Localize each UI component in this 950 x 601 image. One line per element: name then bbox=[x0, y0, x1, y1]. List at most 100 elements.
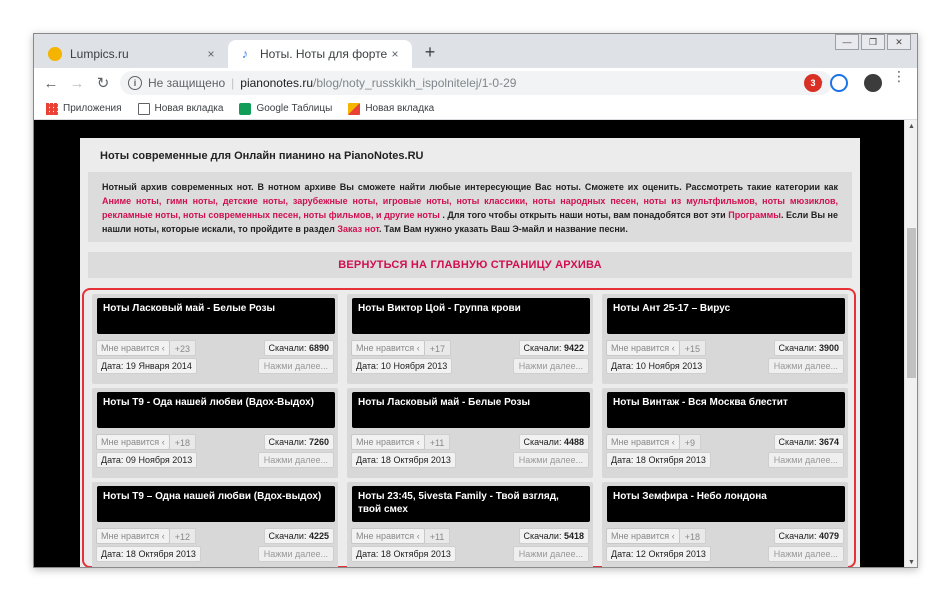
back-to-archive-link[interactable]: ВЕРНУТЬСЯ НА ГЛАВНУЮ СТРАНИЦУ АРХИВА bbox=[88, 252, 852, 278]
downloads-label: Скачали: bbox=[778, 343, 817, 353]
address-bar[interactable]: i Не защищено | pianonotes.ru /blog/noty… bbox=[120, 71, 832, 95]
image-icon bbox=[348, 102, 361, 115]
order-notes-link[interactable]: Заказ нот bbox=[337, 224, 379, 234]
downloads-value: 3900 bbox=[818, 343, 839, 353]
downloads-label: Скачали: bbox=[523, 343, 562, 353]
downloads-label: Скачали: bbox=[778, 437, 817, 447]
card-row-meta: Дата: 19 Января 2014 Нажми далее... bbox=[96, 358, 334, 374]
like-count: +23 bbox=[169, 340, 196, 356]
apps-icon bbox=[46, 102, 58, 115]
like-label: Мне нравится bbox=[611, 343, 670, 353]
page-title: Ноты современные для Онлайн пианино на P… bbox=[100, 150, 424, 162]
downloads-label: Скачали: bbox=[523, 531, 562, 541]
like-label: Мне нравится bbox=[101, 343, 160, 353]
bookmark-apps[interactable]: Приложения bbox=[46, 102, 122, 115]
close-tab-icon[interactable]: × bbox=[204, 47, 218, 61]
bookmark-google-sheets[interactable]: Google Таблицы bbox=[239, 102, 332, 115]
like-button[interactable]: Мне нравится ‹ bbox=[351, 340, 425, 356]
like-button[interactable]: Мне нравится ‹ bbox=[96, 528, 170, 544]
read-more-button[interactable]: Нажми далее... bbox=[257, 546, 334, 562]
card-row-stats: Мне нравится ‹ +11 Скачали: 5418 bbox=[351, 528, 589, 544]
like-count: +15 bbox=[679, 340, 706, 356]
like-button[interactable]: Мне нравится ‹ bbox=[351, 434, 425, 450]
downloads-value: 5418 bbox=[563, 531, 584, 541]
read-more-button[interactable]: Нажми далее... bbox=[512, 546, 589, 562]
note-title[interactable]: Ноты Ант 25-17 – Вирус bbox=[607, 298, 845, 334]
close-tab-icon[interactable]: × bbox=[388, 47, 402, 61]
downloads-label: Скачали: bbox=[778, 531, 817, 541]
card-row-meta: Дата: 10 Ноября 2013 Нажми далее... bbox=[351, 358, 589, 374]
card-row-stats: Мне нравится ‹ +9 Скачали: 3674 bbox=[606, 434, 844, 450]
sheets-icon bbox=[239, 102, 252, 115]
bookmark-label: Новая вкладка bbox=[154, 103, 224, 114]
new-tab-button[interactable]: + bbox=[420, 42, 440, 62]
like-button[interactable]: Мне нравится ‹ bbox=[96, 340, 170, 356]
downloads-count: Скачали: 5418 bbox=[518, 528, 589, 544]
card-row-meta: Дата: 18 Октября 2013 Нажми далее... bbox=[606, 452, 844, 468]
extension-badge-icon[interactable]: 3 bbox=[804, 74, 822, 92]
minimize-button[interactable]: — bbox=[835, 34, 859, 50]
tab-lumpics[interactable]: Lumpics.ru × bbox=[38, 40, 228, 68]
menu-icon[interactable]: ⋮ bbox=[892, 69, 906, 83]
like-count: +12 bbox=[169, 528, 196, 544]
bookmark-new-tab[interactable]: Новая вкладка bbox=[137, 102, 224, 115]
close-window-button[interactable]: ✕ bbox=[887, 34, 911, 50]
note-title[interactable]: Ноты T9 – Одна нашей любви (Вдох-выдох) bbox=[97, 486, 335, 522]
like-button[interactable]: Мне нравится ‹ bbox=[606, 434, 680, 450]
bookmark-new-tab-2[interactable]: Новая вкладка bbox=[348, 102, 435, 115]
like-logo-icon: ‹ bbox=[161, 437, 165, 447]
scrollbar-thumb[interactable] bbox=[907, 228, 916, 378]
like-button[interactable]: Мне нравится ‹ bbox=[351, 528, 425, 544]
downloads-value: 6890 bbox=[308, 343, 329, 353]
url-domain: pianonotes.ru bbox=[240, 76, 313, 90]
downloads-count: Скачали: 3674 bbox=[773, 434, 844, 450]
url-path: /blog/noty_russkikh_ispolnitelej/1-0-29 bbox=[313, 76, 517, 90]
page-viewport: Ноты современные для Онлайн пианино на P… bbox=[34, 120, 904, 567]
info-icon[interactable]: i bbox=[128, 76, 142, 90]
note-title[interactable]: Ноты T9 - Ода нашей любви (Вдох-Выдох) bbox=[97, 392, 335, 428]
like-button[interactable]: Мне нравится ‹ bbox=[606, 340, 680, 356]
back-button[interactable]: ← bbox=[38, 75, 64, 92]
programs-link[interactable]: Программы bbox=[728, 210, 781, 220]
window-controls: — ❐ ✕ bbox=[833, 34, 911, 50]
forward-button[interactable]: → bbox=[64, 75, 90, 92]
read-more-button[interactable]: Нажми далее... bbox=[767, 546, 844, 562]
read-more-button[interactable]: Нажми далее... bbox=[512, 452, 589, 468]
note-title[interactable]: Ноты Ласковый май - Белые Розы bbox=[97, 298, 335, 334]
note-title[interactable]: Ноты Винтаж - Вся Москва блестит bbox=[607, 392, 845, 428]
read-more-button[interactable]: Нажми далее... bbox=[512, 358, 589, 374]
like-logo-icon: ‹ bbox=[161, 531, 165, 541]
card-row-meta: Дата: 10 Ноября 2013 Нажми далее... bbox=[606, 358, 844, 374]
read-more-button[interactable]: Нажми далее... bbox=[257, 452, 334, 468]
read-more-button[interactable]: Нажми далее... bbox=[767, 452, 844, 468]
downloads-count: Скачали: 4488 bbox=[518, 434, 589, 450]
note-title[interactable]: Ноты 23:45, 5ivesta Family - Твой взгляд… bbox=[352, 486, 590, 522]
scroll-up-icon[interactable]: ▲ bbox=[908, 123, 915, 130]
read-more-button[interactable]: Нажми далее... bbox=[257, 358, 334, 374]
omnibox-separator: | bbox=[231, 76, 235, 90]
note-title[interactable]: Ноты Земфира - Небо лондона bbox=[607, 486, 845, 522]
card-row-stats: Мне нравится ‹ +18 Скачали: 4079 bbox=[606, 528, 844, 544]
read-more-button[interactable]: Нажми далее... bbox=[767, 358, 844, 374]
like-count: +9 bbox=[679, 434, 701, 450]
note-card: Ноты T9 - Ода нашей любви (Вдох-Выдох) Мн… bbox=[92, 388, 338, 478]
downloads-value: 4225 bbox=[308, 531, 329, 541]
scroll-down-icon[interactable]: ▼ bbox=[908, 559, 915, 566]
like-button[interactable]: Мне нравится ‹ bbox=[606, 528, 680, 544]
downloads-label: Скачали: bbox=[523, 437, 562, 447]
globe-extension-icon[interactable] bbox=[830, 74, 848, 92]
profile-avatar[interactable] bbox=[864, 74, 882, 92]
note-card: Ноты Ант 25-17 – Вирус Мне нравится ‹ +15 С… bbox=[602, 294, 848, 384]
vertical-scrollbar[interactable]: ▲ ▼ bbox=[904, 120, 917, 567]
maximize-button[interactable]: ❐ bbox=[861, 34, 885, 50]
note-title[interactable]: Ноты Ласковый май - Белые Розы bbox=[352, 392, 590, 428]
like-button[interactable]: Мне нравится ‹ bbox=[96, 434, 170, 450]
tab-pianonotes[interactable]: ♪ Ноты. Ноты для фортепиано. Н × bbox=[228, 40, 412, 68]
bookmark-label: Новая вкладка bbox=[365, 103, 435, 114]
card-row-meta: Дата: 12 Октября 2013 Нажми далее... bbox=[606, 546, 844, 562]
note-card: Ноты Виктор Цой - Группа крови Мне нравит… bbox=[347, 294, 593, 384]
downloads-value: 4488 bbox=[563, 437, 584, 447]
note-title[interactable]: Ноты Виктор Цой - Группа крови bbox=[352, 298, 590, 334]
like-logo-icon: ‹ bbox=[416, 437, 420, 447]
reload-button[interactable]: ↻ bbox=[90, 74, 116, 92]
